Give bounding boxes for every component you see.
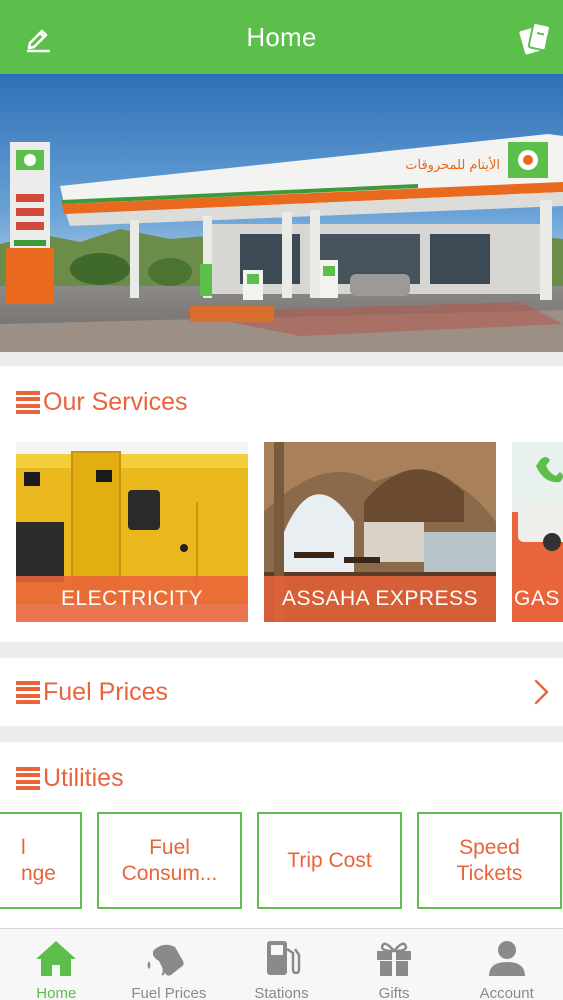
utility-tile-line1: Speed <box>459 835 520 859</box>
cards-icon[interactable] <box>515 18 555 58</box>
tab-account[interactable]: Account <box>450 929 563 1000</box>
services-title: Our Services <box>43 388 188 416</box>
utility-tile-fuel-consumption[interactable]: Fuel Consum... <box>97 812 242 909</box>
tab-label: Gifts <box>378 985 410 1000</box>
hero-banner: الأيتام للمحروقات <box>0 74 563 352</box>
station-sign: الأيتام للمحروقات <box>405 156 500 173</box>
fuel-prices-heading: Fuel Prices <box>16 678 168 707</box>
utility-tile[interactable]: l nge <box>0 812 82 909</box>
fuel-station-image: الأيتام للمحروقات <box>0 74 563 352</box>
utilities-section: Utilities l nge Fuel Consum... Trip Cost S… <box>0 742 563 928</box>
utility-tile-speed-tickets[interactable]: Speed Tickets <box>417 812 562 909</box>
gift-icon <box>372 939 416 977</box>
utility-tile-line1: l <box>20 835 26 859</box>
service-card-gas[interactable]: GAS <box>512 442 563 622</box>
tab-label: Home <box>36 985 77 1000</box>
tab-gifts[interactable]: Gifts <box>338 929 451 1000</box>
fuel-prices-title: Fuel Prices <box>43 678 169 706</box>
utilities-heading: Utilities <box>16 764 124 793</box>
list-icon <box>16 767 40 790</box>
app-header: Home <box>0 0 563 74</box>
service-label: ASSAHA EXPRESS <box>264 576 496 622</box>
tab-fuel-prices[interactable]: Fuel Prices <box>113 929 226 1000</box>
chevron-right-icon[interactable] <box>529 678 553 706</box>
service-card-assaha-express[interactable]: ASSAHA EXPRESS <box>264 442 496 622</box>
services-heading: Our Services <box>16 388 187 417</box>
fuel-prices-row[interactable]: Fuel Prices <box>0 658 563 726</box>
tab-label: Fuel Prices <box>131 985 207 1000</box>
services-carousel[interactable]: ELECTRICITY ASSAHA EXPRESS GAS <box>0 442 563 622</box>
service-label: GAS <box>512 576 563 622</box>
service-label: ELECTRICITY <box>16 576 248 622</box>
list-icon <box>16 681 40 704</box>
utilities-carousel[interactable]: l nge Fuel Consum... Trip Cost Speed Ticket… <box>0 812 563 910</box>
tab-stations[interactable]: Stations <box>225 929 338 1000</box>
home-icon <box>34 939 78 977</box>
utility-tile-line2: Tickets <box>456 861 523 885</box>
utility-tile-line2: Consum... <box>121 861 218 885</box>
utility-tile-trip-cost[interactable]: Trip Cost <box>257 812 402 909</box>
bottom-tab-bar: Home Fuel Prices Stations Gifts Account <box>0 928 563 1000</box>
edit-icon[interactable] <box>18 18 58 58</box>
services-section: Our Services ELECTRICITY ASSAHA EXPRESS … <box>0 366 563 642</box>
page-title: Home <box>246 21 317 52</box>
service-card-electricity[interactable]: ELECTRICITY <box>16 442 248 622</box>
utility-tile-line1: Trip Cost <box>287 848 372 872</box>
utilities-title: Utilities <box>43 764 124 792</box>
tab-label: Account <box>479 985 534 1000</box>
person-icon <box>485 939 529 977</box>
tab-label: Stations <box>254 985 309 1000</box>
tab-home[interactable]: Home <box>0 929 113 1000</box>
gas-pump-icon <box>259 939 303 977</box>
utility-tile-line1: Fuel <box>149 835 190 859</box>
fuel-nozzle-icon <box>147 939 191 977</box>
utility-tile-line2: nge <box>20 861 56 885</box>
list-icon <box>16 391 40 414</box>
